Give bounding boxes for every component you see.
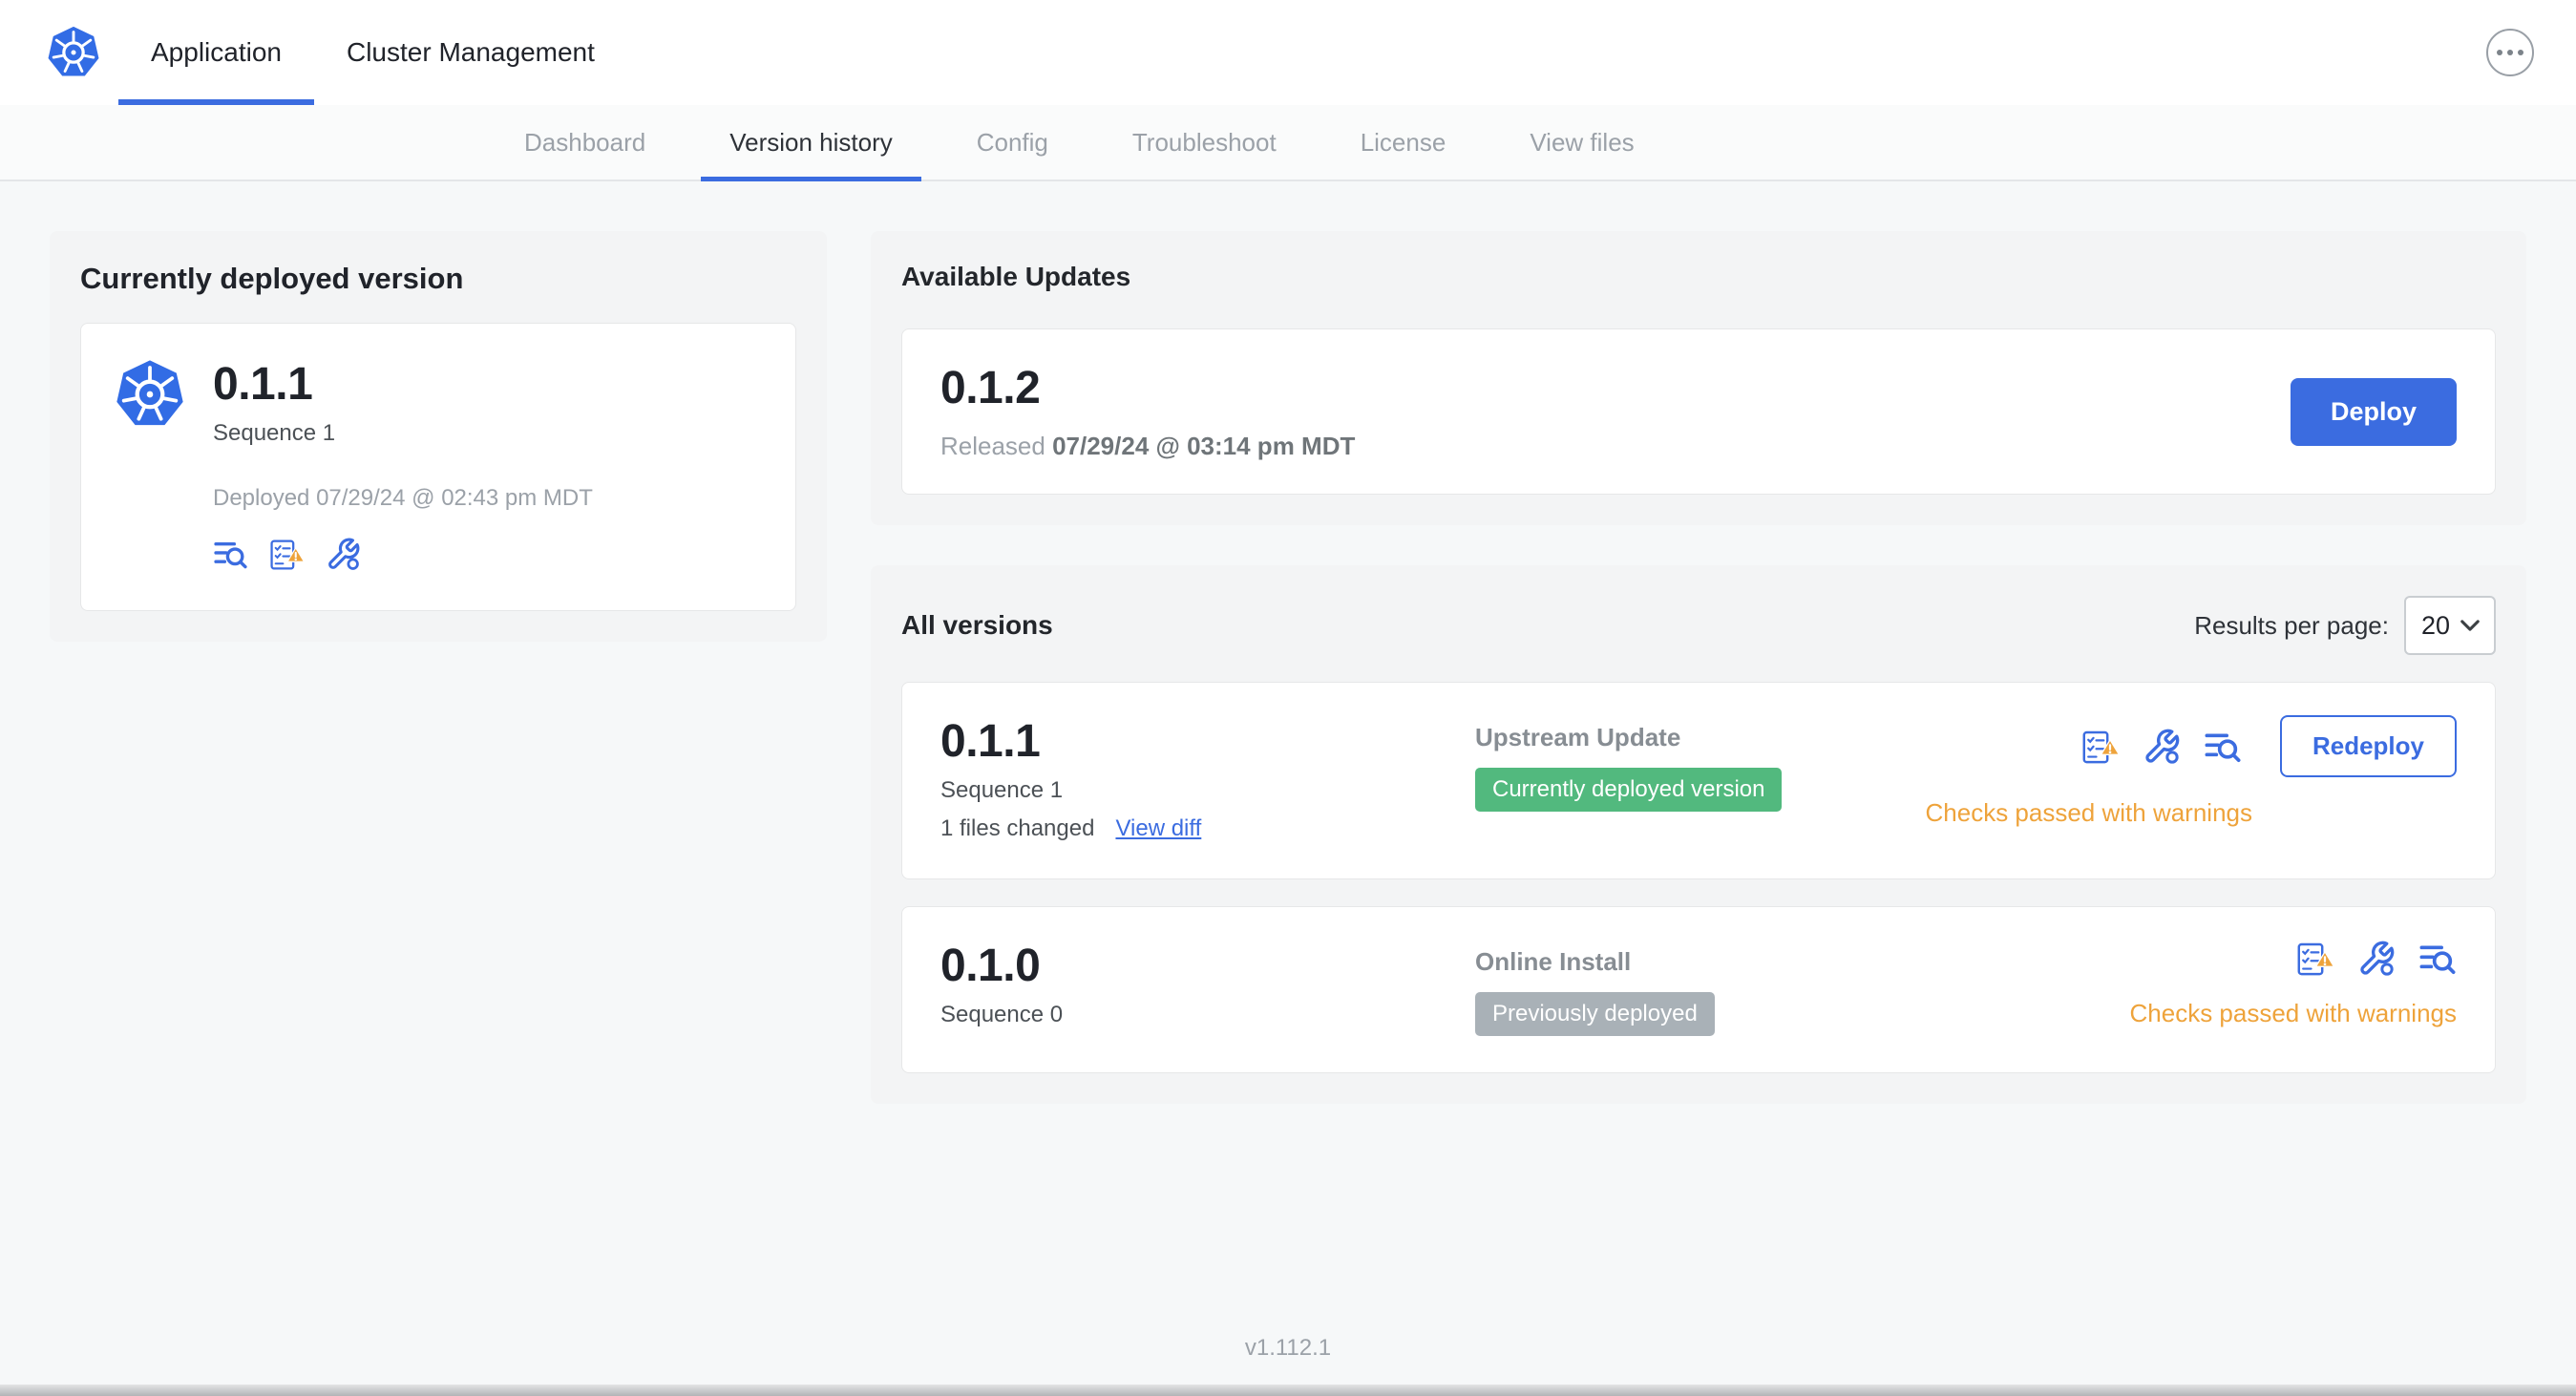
deployed-sequence: Sequence 1	[213, 420, 336, 446]
row-sequence: Sequence 0	[940, 1002, 1064, 1027]
page-bottom-edge	[0, 1385, 2576, 1396]
tab-application[interactable]: Application	[118, 0, 314, 105]
version-source: Upstream Update Currently deployed versi…	[1475, 715, 1926, 812]
view-diff-link[interactable]: View diff	[1115, 815, 1201, 842]
row-version-number: 0.1.0	[940, 941, 1041, 991]
deployed-version-panel: 0.1.1 Sequence 1 Deployed 07/29/24 @ 02:…	[80, 323, 796, 611]
currently-deployed-title: Currently deployed version	[80, 262, 464, 295]
app-version-footer: v1.112.1	[1244, 1335, 1332, 1361]
version-info: 0.1.0 Sequence 0	[940, 940, 1475, 1028]
results-per-page: Results per page: 20	[2194, 596, 2496, 655]
currently-deployed-card: Currently deployed version 0.1.1 Sequenc…	[50, 231, 827, 642]
release-notes-icon[interactable]	[213, 537, 248, 572]
status-badge: Previously deployed	[1475, 992, 1715, 1036]
version-actions: Redeploy Checks passed with warnings	[1925, 715, 2457, 828]
kubernetes-logo-icon	[46, 25, 101, 80]
preflight-checks-warning-icon[interactable]	[2296, 940, 2334, 978]
deployed-version-number: 0.1.1	[213, 359, 313, 410]
preflight-checks-warning-icon[interactable]	[269, 537, 305, 572]
version-actions: Checks passed with warnings	[2129, 940, 2458, 1028]
tab-cluster-management[interactable]: Cluster Management	[314, 0, 627, 105]
version-info: 0.1.1 Sequence 1 1 files changed View di…	[940, 715, 1475, 842]
version-row: 0.1.1 Sequence 1 1 files changed View di…	[901, 682, 2496, 879]
subtab-troubleshoot[interactable]: Troubleshoot	[1090, 105, 1319, 180]
results-per-page-label: Results per page:	[2194, 610, 2389, 640]
subtab-config[interactable]: Config	[935, 105, 1090, 180]
subtab-view-files[interactable]: View files	[1488, 105, 1676, 180]
all-versions-header: All versions Results per page: 20	[901, 596, 2496, 655]
all-versions-title: All versions	[901, 610, 1053, 640]
source-label: Upstream Update	[1475, 723, 1681, 751]
topbar: Application Cluster Management	[0, 0, 2576, 105]
subtab-version-history[interactable]: Version history	[687, 105, 935, 181]
update-released-line: Released 07/29/24 @ 03:14 pm MDT	[940, 432, 1355, 461]
subtab-dashboard[interactable]: Dashboard	[482, 105, 687, 180]
source-label: Online Install	[1475, 947, 1632, 976]
status-badge: Currently deployed version	[1475, 768, 1783, 812]
checks-status-text: Checks passed with warnings	[1925, 798, 2253, 827]
files-changed-label: 1 files changed	[940, 815, 1095, 841]
kubernetes-app-icon	[114, 358, 186, 431]
deployed-icon-row	[213, 537, 593, 572]
subtab-license[interactable]: License	[1319, 105, 1489, 180]
preflight-checks-warning-icon[interactable]	[2081, 728, 2120, 766]
results-per-page-select[interactable]: 20	[2404, 596, 2496, 655]
released-timestamp: 07/29/24 @ 03:14 pm MDT	[1052, 432, 1356, 460]
row-version-number: 0.1.1	[940, 716, 1041, 767]
results-per-page-value: 20	[2421, 610, 2451, 640]
app-subnav: Dashboard Version history Config Trouble…	[0, 105, 2576, 181]
version-source: Online Install Previously deployed	[1475, 940, 2130, 1036]
row-sequence: Sequence 1	[940, 777, 1064, 803]
available-updates-title: Available Updates	[901, 262, 1131, 291]
all-versions-card: All versions Results per page: 20 0.1.1 …	[871, 565, 2526, 1104]
app-page: Application Cluster Management Dashboard…	[0, 0, 2576, 1396]
config-wrench-icon[interactable]	[326, 537, 361, 572]
deploy-button[interactable]: Deploy	[2290, 377, 2457, 446]
release-notes-icon[interactable]	[2418, 940, 2457, 978]
config-wrench-icon[interactable]	[2143, 728, 2181, 766]
chevron-down-icon	[2460, 619, 2481, 632]
redeploy-button[interactable]: Redeploy	[2279, 715, 2457, 777]
overflow-menu-button[interactable]	[2486, 29, 2534, 76]
release-notes-icon[interactable]	[2204, 728, 2242, 766]
top-nav: Application Cluster Management	[118, 0, 627, 105]
checks-status-text: Checks passed with warnings	[2129, 999, 2458, 1027]
available-updates-card: Available Updates 0.1.2 Released 07/29/2…	[871, 231, 2526, 525]
right-column: Available Updates 0.1.2 Released 07/29/2…	[871, 231, 2526, 1104]
config-wrench-icon[interactable]	[2357, 940, 2396, 978]
deployed-timestamp: Deployed 07/29/24 @ 02:43 pm MDT	[213, 485, 593, 511]
released-label: Released	[940, 432, 1053, 460]
update-version-number: 0.1.2	[940, 363, 1041, 413]
update-row: 0.1.2 Released 07/29/24 @ 03:14 pm MDT D…	[901, 328, 2496, 495]
main-content: Currently deployed version 0.1.1 Sequenc…	[0, 181, 2576, 1104]
version-row: 0.1.0 Sequence 0 Online Install Previous…	[901, 906, 2496, 1073]
